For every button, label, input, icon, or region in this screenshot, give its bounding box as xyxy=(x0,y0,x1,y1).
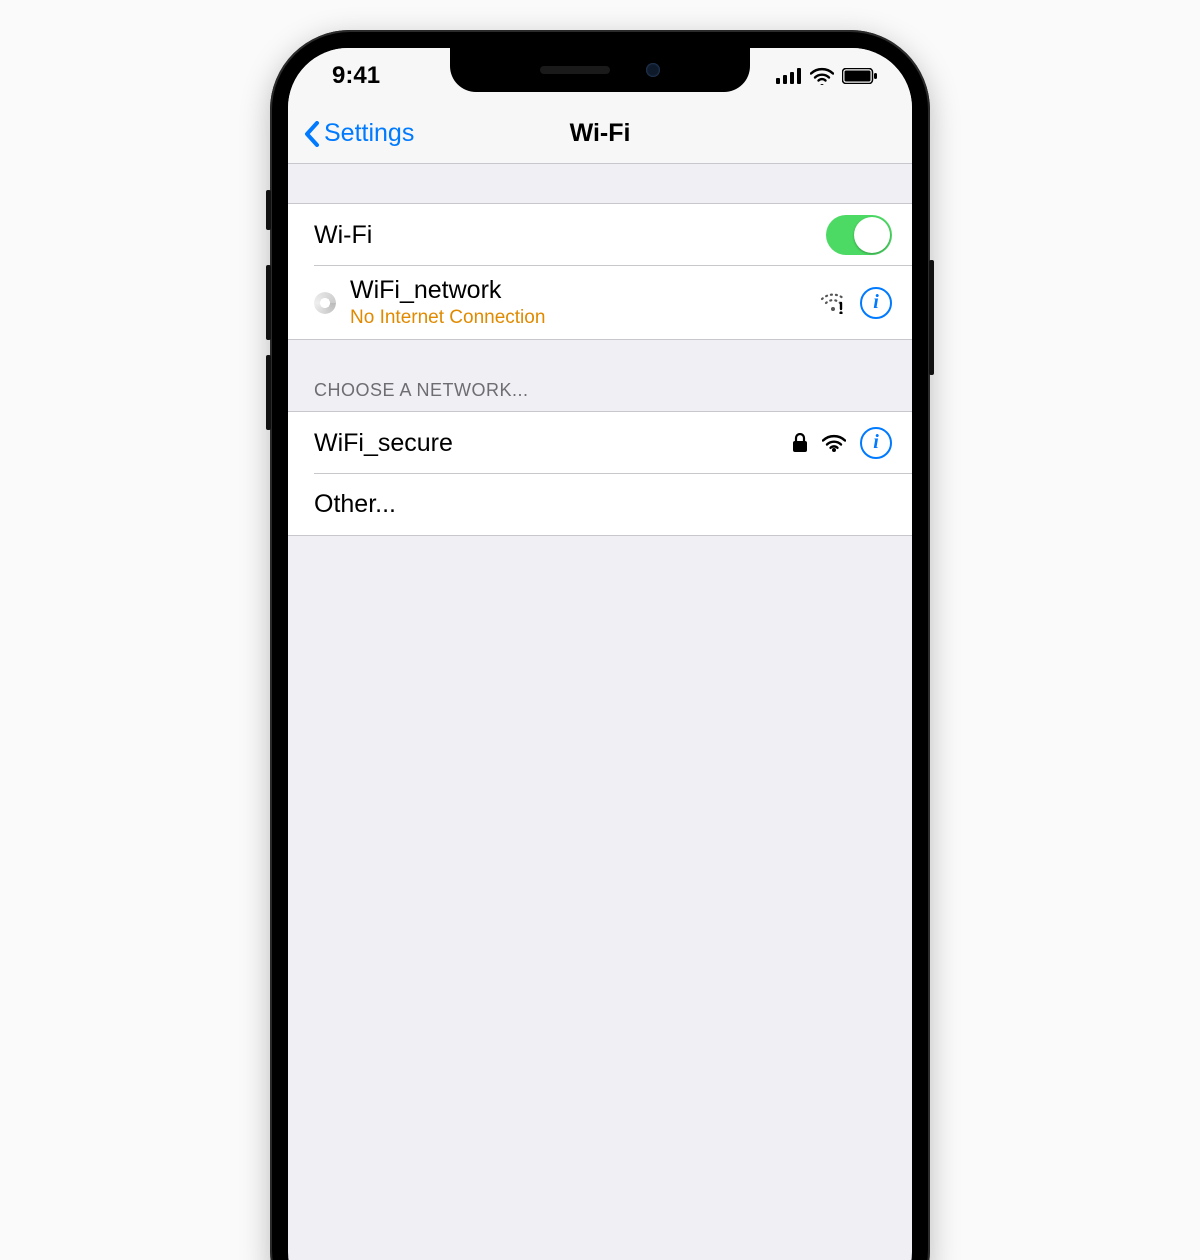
page-title: Wi-Fi xyxy=(570,119,631,148)
network-name: WiFi_secure xyxy=(314,429,792,458)
battery-icon xyxy=(842,68,878,84)
volume-down-button xyxy=(266,355,271,430)
side-button xyxy=(929,260,934,375)
chevron-left-icon xyxy=(304,121,320,147)
info-button[interactable]: i xyxy=(860,287,892,319)
info-button[interactable]: i xyxy=(860,427,892,459)
wifi-signal-icon xyxy=(822,434,846,452)
current-network-status: No Internet Connection xyxy=(350,307,820,329)
spinner-icon xyxy=(314,292,336,314)
volume-up-button xyxy=(266,265,271,340)
mute-switch xyxy=(266,190,271,230)
iphone-bezel: 9:41 xyxy=(278,38,922,1260)
networks-section-header: CHOOSE A NETWORK... xyxy=(288,340,912,412)
cellular-icon xyxy=(776,68,802,84)
wifi-toggle-row: Wi-Fi xyxy=(288,204,912,266)
current-network-row[interactable]: WiFi_network No Internet Connection i xyxy=(288,266,912,340)
wifi-toggle-label: Wi-Fi xyxy=(314,221,826,250)
screen: 9:41 xyxy=(288,48,912,1260)
notch xyxy=(450,48,750,92)
wifi-icon xyxy=(810,67,834,85)
other-network-row[interactable]: Other... xyxy=(288,474,912,536)
iphone-frame: 9:41 xyxy=(270,30,930,1260)
section-spacer xyxy=(288,164,912,204)
nav-bar: Settings Wi-Fi xyxy=(288,104,912,164)
front-camera xyxy=(646,63,660,77)
back-button[interactable]: Settings xyxy=(304,119,414,148)
lock-icon xyxy=(792,433,808,453)
current-network-name: WiFi_network xyxy=(350,276,820,305)
toggle-knob xyxy=(854,217,890,253)
status-right xyxy=(776,67,878,85)
network-row[interactable]: WiFi_secure i xyxy=(288,412,912,474)
wifi-toggle[interactable] xyxy=(826,215,892,255)
status-time: 9:41 xyxy=(332,62,380,90)
back-label: Settings xyxy=(324,119,414,148)
wifi-warning-icon xyxy=(820,292,846,314)
other-network-label: Other... xyxy=(314,490,892,519)
speaker-grille xyxy=(540,66,610,74)
